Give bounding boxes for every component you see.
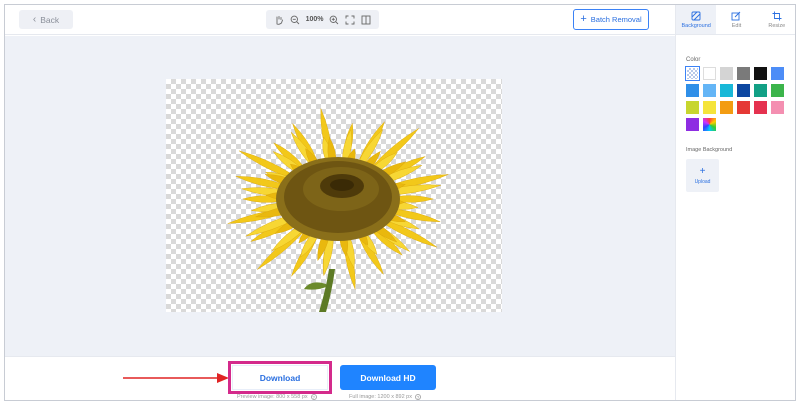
batch-removal-label: Batch Removal — [590, 15, 642, 24]
image-canvas — [5, 36, 675, 356]
app-window: ‹ Back 100% + Batch Removal Download Dow… — [4, 4, 796, 401]
upload-button[interactable]: + Upload — [686, 159, 719, 192]
color-swatch[interactable] — [720, 67, 733, 80]
tab-edit-label: Edit — [731, 22, 742, 29]
color-swatch[interactable] — [771, 84, 784, 97]
tab-resize-label: Resize — [768, 22, 786, 29]
tab-edit[interactable]: Edit — [716, 5, 756, 34]
back-button[interactable]: ‹ Back — [19, 10, 73, 29]
zoom-level: 100% — [305, 16, 324, 23]
color-swatch[interactable] — [771, 67, 784, 80]
color-swatch[interactable] — [754, 84, 767, 97]
back-label: Back — [40, 14, 60, 25]
tab-background[interactable]: Background — [676, 5, 717, 34]
compare-icon[interactable] — [361, 15, 371, 25]
sunflower-image — [227, 108, 449, 312]
color-swatch[interactable] — [703, 67, 716, 80]
color-swatch[interactable] — [703, 84, 716, 97]
view-tools: 100% — [266, 10, 379, 29]
color-swatch[interactable] — [720, 101, 733, 114]
full-info: Full image: 1200 x 892 px ? — [349, 394, 421, 400]
chevron-left-icon: ‹ — [32, 13, 37, 25]
color-swatch[interactable] — [686, 101, 699, 114]
background-icon — [691, 11, 701, 20]
hand-icon[interactable] — [274, 15, 284, 25]
tab-resize[interactable]: Resize — [757, 5, 795, 34]
color-swatch[interactable] — [686, 118, 699, 131]
help-icon[interactable]: ? — [310, 394, 317, 400]
color-swatch[interactable] — [685, 66, 700, 81]
color-swatch[interactable] — [720, 84, 733, 97]
plus-icon: + — [699, 165, 706, 177]
zoom-out-icon[interactable] — [290, 15, 300, 25]
color-swatch[interactable] — [771, 101, 784, 114]
right-panel: Background Edit Resize Color Image Backg… — [675, 5, 795, 400]
crop-icon — [772, 11, 782, 20]
help-icon[interactable]: ? — [414, 394, 421, 400]
zoom-in-icon[interactable] — [329, 15, 339, 25]
batch-removal-button[interactable]: + Batch Removal — [573, 9, 649, 30]
download-label: Download — [259, 372, 301, 383]
image-background-label: Image Background — [686, 147, 733, 153]
full-info-text: Full image: 1200 x 892 px — [349, 394, 412, 400]
fit-screen-icon[interactable] — [345, 15, 355, 25]
color-section-label: Color — [686, 57, 701, 63]
preview-info-text: Preview image: 800 x 558 px — [237, 394, 308, 400]
upload-label: Upload — [694, 178, 711, 185]
color-swatch[interactable] — [737, 67, 750, 80]
color-swatches — [685, 66, 790, 131]
bottom-actions: Download Download HD Preview image: 800 … — [5, 356, 675, 400]
color-swatch[interactable] — [737, 84, 750, 97]
edit-icon — [732, 11, 741, 20]
panel-tabs: Background Edit Resize — [676, 5, 795, 35]
download-hd-label: Download HD — [360, 372, 416, 383]
download-hd-button[interactable]: Download HD — [340, 365, 436, 390]
color-swatch[interactable] — [754, 67, 767, 80]
color-swatch[interactable] — [754, 101, 767, 114]
tab-background-label: Background — [681, 22, 711, 29]
result-image — [166, 79, 502, 312]
color-swatch[interactable] — [737, 101, 750, 114]
color-swatch[interactable] — [703, 118, 716, 131]
top-toolbar: ‹ Back 100% + Batch Removal — [5, 5, 675, 35]
download-button[interactable]: Download — [232, 365, 328, 390]
plus-icon: + — [580, 13, 587, 25]
color-swatch[interactable] — [703, 101, 716, 114]
color-swatch[interactable] — [686, 84, 699, 97]
red-arrow-icon — [123, 373, 229, 383]
preview-info: Preview image: 800 x 558 px ? — [237, 394, 317, 400]
